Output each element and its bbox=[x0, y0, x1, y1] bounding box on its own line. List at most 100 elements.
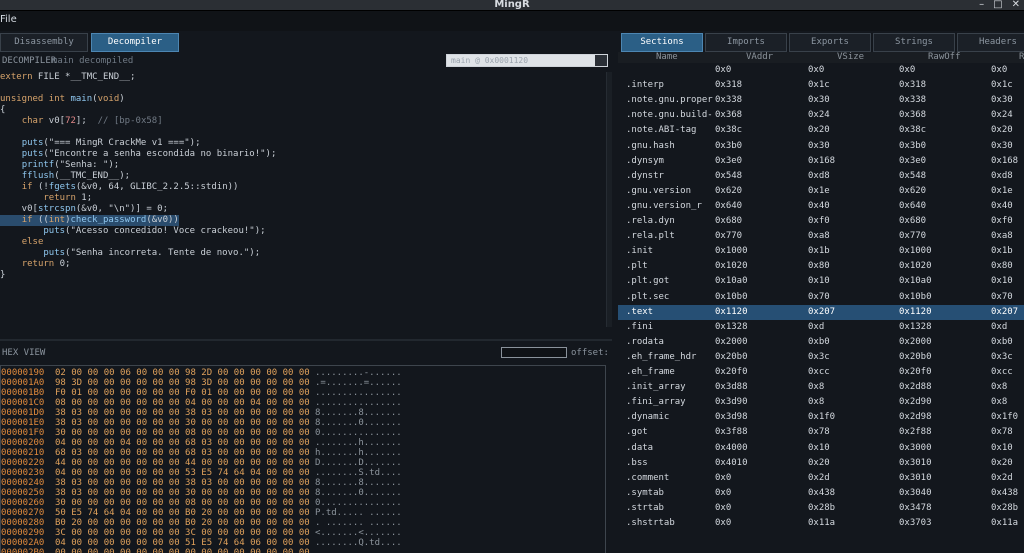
section-row[interactable]: .gnu.hash 0x3b0 0x30 0x3b0 0x30 bbox=[618, 139, 1024, 154]
section-row[interactable]: .plt 0x1020 0x80 0x1020 0x80 bbox=[618, 259, 1024, 274]
section-vaddr: 0x3d98 bbox=[715, 412, 748, 423]
section-vaddr: 0x10a0 bbox=[715, 276, 748, 287]
section-rawoff: 0x3010 bbox=[899, 457, 932, 468]
code-scrollbar[interactable] bbox=[606, 72, 612, 327]
close-icon[interactable]: ✕ bbox=[1012, 0, 1020, 10]
tab-headers[interactable]: Headers bbox=[957, 33, 1024, 52]
tab-exports[interactable]: Exports bbox=[789, 33, 871, 52]
section-row[interactable]: .note.gnu.build- 0x368 0x24 0x368 0x24 bbox=[618, 108, 1024, 123]
section-row[interactable]: .strtab 0x0 0x28b 0x3478 0x28b bbox=[618, 501, 1024, 516]
section-row[interactable]: .data 0x4000 0x10 0x3000 0x10 bbox=[618, 441, 1024, 456]
tab-disassembly[interactable]: Disassembly bbox=[0, 33, 88, 52]
section-rawoff: 0x10a0 bbox=[899, 276, 932, 287]
tab-strings[interactable]: Strings bbox=[873, 33, 955, 52]
section-row[interactable]: .dynstr 0x548 0xd8 0x548 0xd8 bbox=[618, 169, 1024, 184]
code-line: puts("Encontre a senha escondida no bina… bbox=[21, 149, 277, 159]
function-select[interactable]: main @ 0x0001120 bbox=[446, 54, 608, 67]
section-row[interactable]: .rela.plt 0x770 0xa8 0x770 0xa8 bbox=[618, 229, 1024, 244]
code-line: else bbox=[21, 237, 44, 247]
column-r[interactable]: R bbox=[1019, 52, 1024, 63]
section-row[interactable]: .plt.got 0x10a0 0x10 0x10a0 0x10 bbox=[618, 274, 1024, 289]
code-line: if ((int)check_password(&v0)) bbox=[0, 215, 179, 226]
code-line: char v0[72]; // [bp-0x58] bbox=[21, 116, 163, 126]
section-name: .bss bbox=[626, 457, 648, 468]
section-row[interactable]: .fini 0x1328 0xd 0x1328 0xd bbox=[618, 320, 1024, 335]
section-name: .interp bbox=[626, 80, 664, 91]
tab-decompiler[interactable]: Decompiler bbox=[91, 33, 179, 52]
section-rawoff: 0x3000 bbox=[899, 442, 932, 453]
section-row[interactable]: .eh_frame_hdr 0x20b0 0x3c 0x20b0 0x3c bbox=[618, 350, 1024, 365]
offset-input[interactable] bbox=[501, 347, 567, 358]
hex-bytes: 38 03 00 00 00 00 00 00 38 03 00 00 00 0… bbox=[55, 408, 310, 418]
section-row[interactable]: 0x0 0x0 0x0 0x0 bbox=[618, 63, 1024, 78]
section-name: .note.gnu.build- bbox=[626, 110, 713, 121]
section-row[interactable]: .text 0x1120 0x207 0x1120 0x207 bbox=[618, 304, 1024, 320]
section-name: .plt.sec bbox=[626, 291, 670, 302]
section-r: 0xb0 bbox=[991, 336, 1013, 347]
section-row[interactable]: .interp 0x318 0x1c 0x318 0x1c bbox=[618, 78, 1024, 93]
section-vsize: 0x28b bbox=[808, 502, 836, 513]
column-rawoff[interactable]: RawOff bbox=[928, 52, 961, 63]
section-rawoff: 0x1000 bbox=[899, 246, 932, 257]
hex-ascii: ........Q.td.... bbox=[315, 538, 402, 548]
section-row[interactable]: .rela.dyn 0x680 0xf0 0x680 0xf0 bbox=[618, 214, 1024, 229]
section-row[interactable]: .comment 0x0 0x2d 0x3010 0x2d bbox=[618, 471, 1024, 486]
hex-view[interactable]: 00000190 02 00 00 00 06 00 00 00 98 2D 00… bbox=[0, 365, 606, 553]
decompiler-code[interactable]: extern FILE *__TMC_END__; unsigned int ma… bbox=[0, 72, 604, 327]
section-row[interactable]: .fini_array 0x3d90 0x8 0x2d90 0x8 bbox=[618, 395, 1024, 410]
section-rawoff: 0x3b0 bbox=[899, 140, 927, 151]
tab-sections[interactable]: Sections bbox=[621, 33, 703, 52]
section-r: 0x24 bbox=[991, 110, 1013, 121]
section-r: 0x11a bbox=[991, 518, 1019, 528]
section-row[interactable]: .plt.sec 0x10b0 0x70 0x10b0 0x70 bbox=[618, 290, 1024, 305]
pane-divider[interactable] bbox=[0, 339, 612, 341]
hex-bytes: 04 00 00 00 00 00 00 00 53 E5 74 64 04 0… bbox=[55, 468, 310, 478]
hex-address: 00000280 bbox=[1, 518, 45, 528]
section-row[interactable]: .dynsym 0x3e0 0x168 0x3e0 0x168 bbox=[618, 154, 1024, 169]
hex-row: 000001D0 38 03 00 00 00 00 00 00 38 03 00… bbox=[1, 408, 402, 418]
code-line: if (!fgets(&v0, 64, GLIBC_2.2.5::stdin)) bbox=[21, 182, 239, 192]
section-row[interactable]: .bss 0x4010 0x20 0x3010 0x20 bbox=[618, 456, 1024, 471]
maximize-icon[interactable]: □ bbox=[993, 0, 1002, 10]
hex-address: 000002B0 bbox=[1, 548, 45, 553]
section-rawoff: 0x2f88 bbox=[899, 427, 932, 438]
section-row[interactable]: .note.ABI-tag 0x38c 0x20 0x38c 0x20 bbox=[618, 123, 1024, 138]
section-row[interactable]: .gnu.version_r 0x640 0x40 0x640 0x40 bbox=[618, 199, 1024, 214]
section-rawoff: 0x680 bbox=[899, 216, 927, 226]
section-row[interactable]: .note.gnu.proper 0x338 0x30 0x338 0x30 bbox=[618, 93, 1024, 108]
section-rawoff: 0x20b0 bbox=[899, 351, 932, 362]
section-row[interactable]: .eh_frame 0x20f0 0xcc 0x20f0 0xcc bbox=[618, 365, 1024, 380]
section-rawoff: 0x548 bbox=[899, 170, 927, 181]
hex-bytes: B0 20 00 00 00 00 00 00 B0 20 00 00 00 0… bbox=[55, 518, 310, 528]
section-name: .fini bbox=[626, 321, 654, 332]
minimize-icon[interactable]: – bbox=[979, 0, 984, 10]
section-vsize: 0x20 bbox=[808, 125, 830, 136]
tab-imports[interactable]: Imports bbox=[705, 33, 787, 52]
section-row[interactable]: .dynamic 0x3d98 0x1f0 0x2d98 0x1f0 bbox=[618, 410, 1024, 425]
section-row[interactable]: .symtab 0x0 0x438 0x3040 0x438 bbox=[618, 486, 1024, 501]
section-row[interactable]: .got 0x3f88 0x78 0x2f88 0x78 bbox=[618, 425, 1024, 440]
code-line: fflush(__TMC_END__); bbox=[21, 171, 131, 181]
section-rawoff: 0x3040 bbox=[899, 487, 932, 498]
section-rawoff: 0x2d88 bbox=[899, 382, 932, 393]
section-row[interactable]: .shstrtab 0x0 0x11a 0x3703 0x11a bbox=[618, 516, 1024, 531]
section-row[interactable]: .init 0x1000 0x1b 0x1000 0x1b bbox=[618, 244, 1024, 259]
section-vaddr: 0x3b0 bbox=[715, 140, 743, 151]
section-vsize: 0x11a bbox=[808, 518, 836, 528]
section-rawoff: 0x0 bbox=[899, 65, 916, 75]
chevron-down-icon[interactable] bbox=[595, 55, 607, 66]
column-vsize[interactable]: VSize bbox=[837, 52, 864, 63]
section-rawoff: 0x3478 bbox=[899, 502, 932, 513]
section-vaddr: 0x38c bbox=[715, 125, 743, 136]
hex-ascii: <.......<....... bbox=[315, 528, 402, 538]
section-row[interactable]: .init_array 0x3d88 0x8 0x2d88 0x8 bbox=[618, 380, 1024, 395]
section-row[interactable]: .rodata 0x2000 0xb0 0x2000 0xb0 bbox=[618, 335, 1024, 350]
section-r: 0x1c bbox=[991, 80, 1013, 91]
section-vsize: 0x40 bbox=[808, 200, 830, 211]
section-row[interactable]: .gnu.version 0x620 0x1e 0x620 0x1e bbox=[618, 184, 1024, 199]
code-line: { bbox=[0, 105, 6, 115]
column-name[interactable]: Name bbox=[656, 52, 678, 63]
column-vaddr[interactable]: VAddr bbox=[746, 52, 773, 63]
section-rawoff: 0x770 bbox=[899, 231, 927, 242]
menu-file[interactable]: File bbox=[0, 14, 17, 25]
